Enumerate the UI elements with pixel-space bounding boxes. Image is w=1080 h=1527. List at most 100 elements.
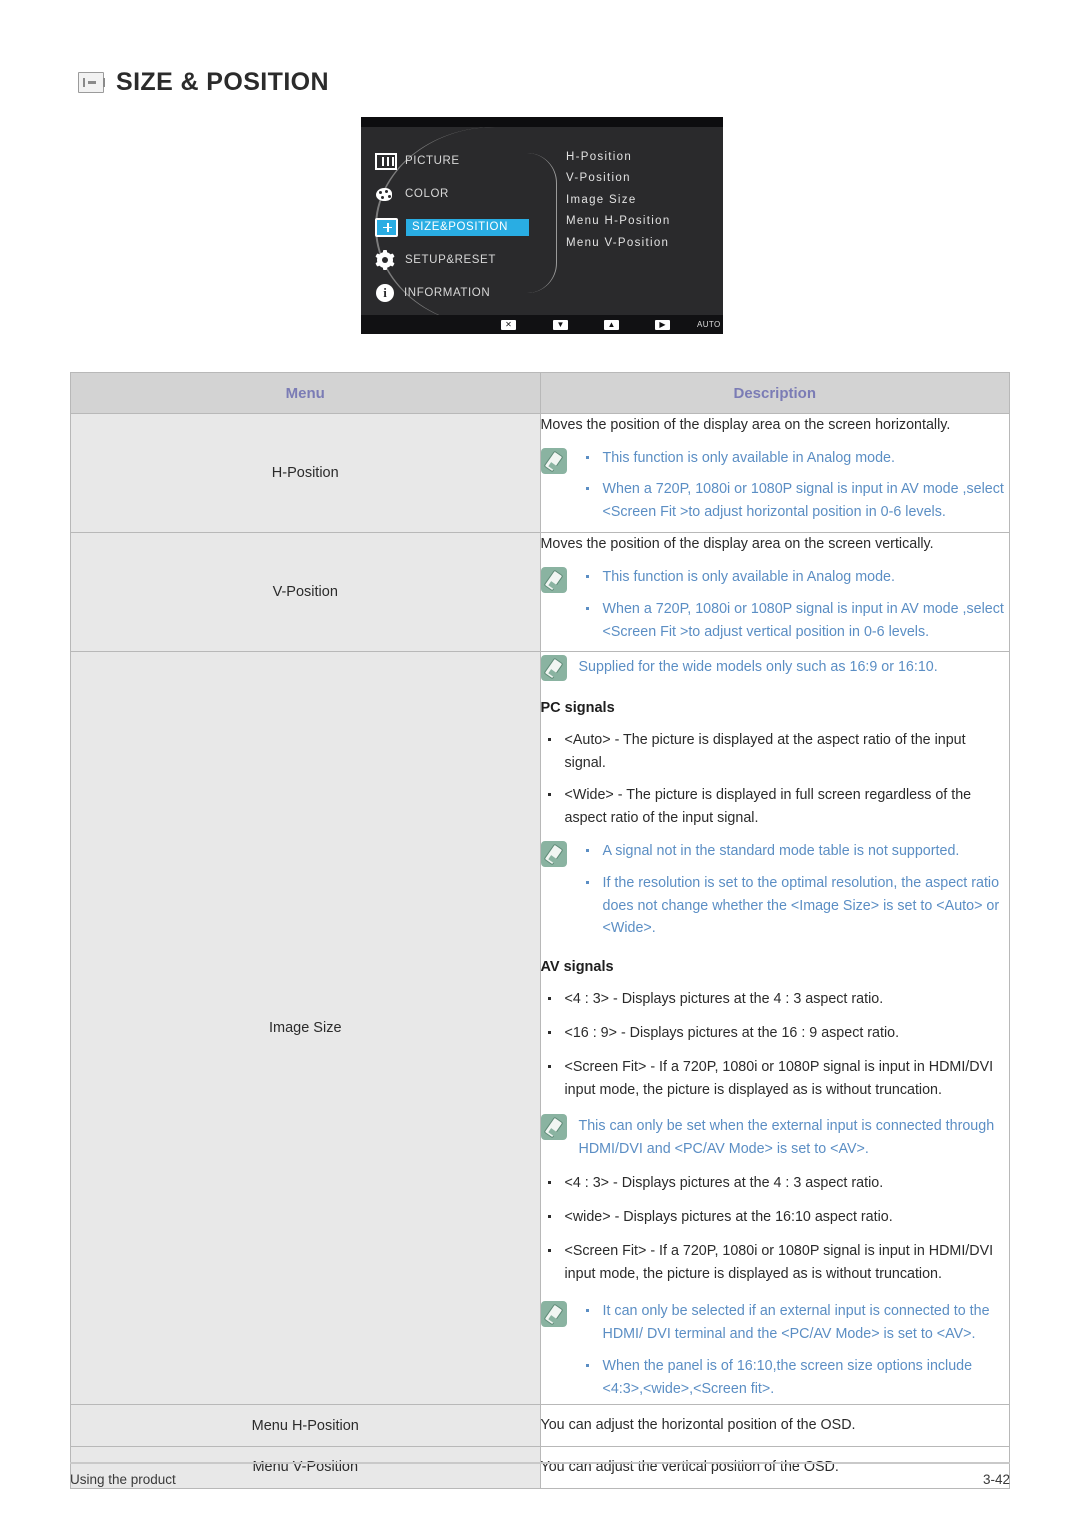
osd-submenu-item[interactable]: V-Position: [566, 168, 671, 189]
osd-item-label: SETUP&RESET: [405, 254, 496, 266]
osd-item-information[interactable]: INFORMATION: [375, 277, 535, 309]
note-body: A signal not in the standard mode table …: [579, 840, 1010, 941]
menu-name-image-size: Image Size: [70, 651, 541, 1406]
spec-table: Menu Description H-Position Moves the po…: [70, 372, 1010, 1489]
up-icon: ▲: [604, 319, 619, 330]
exit-icon: ✕: [501, 319, 516, 330]
osd-submenu-list: H-Position V-Position Image Size Menu H-…: [566, 147, 671, 254]
gear-teeth: [375, 250, 395, 270]
menu-name-menu-h-position: Menu H-Position: [70, 1404, 541, 1448]
note-item: If the resolution is set to the optimal …: [579, 872, 1010, 941]
osd-menu-image: PICTURE COLOR SIZE&POSITION SETUP&RESET …: [361, 117, 723, 334]
description-intro: Moves the position of the display area o…: [540, 536, 934, 553]
color-palette-icon: [375, 185, 397, 204]
list-item: <4 : 3> - Displays pictures at the 4 : 3…: [541, 988, 1010, 1011]
footer: Using the product 3-42: [70, 1472, 1010, 1487]
note-block: It can only be selected if an external i…: [540, 1300, 1010, 1401]
osd-button-bar: ✕ ▼ ▲ ▶ AUTO ⏻: [361, 315, 723, 334]
pencil-note-icon: [540, 566, 567, 593]
note-item: When a 720P, 1080i or 1080P signal is in…: [579, 598, 1010, 644]
osd-item-size-position[interactable]: SIZE&POSITION: [375, 211, 535, 243]
osd-submenu-item[interactable]: H-Position: [566, 147, 671, 168]
pc-signals-list: <Auto> - The picture is displayed at the…: [541, 729, 1010, 830]
list-item: <16 : 9> - Displays pictures at the 16 :…: [541, 1022, 1010, 1045]
auto-button[interactable]: AUTO: [697, 320, 721, 329]
footer-divider: [70, 1462, 1010, 1464]
up-button[interactable]: ▲: [604, 319, 619, 330]
osd-submenu-item[interactable]: Menu H-Position: [566, 211, 671, 232]
size-position-icon: [78, 72, 105, 93]
osd-item-setup-reset[interactable]: SETUP&RESET: [375, 244, 535, 276]
note-block: This can only be set when the external i…: [540, 1113, 1010, 1161]
down-icon: ▼: [553, 319, 568, 330]
note-list: This function is only available in Analo…: [579, 566, 1010, 644]
enter-button[interactable]: ▶: [655, 319, 670, 330]
note-block: This function is only available in Analo…: [540, 447, 1010, 525]
note-list: It can only be selected if an external i…: [579, 1300, 1010, 1401]
size-position-icon: [375, 217, 398, 237]
osd-submenu-item[interactable]: Menu V-Position: [566, 233, 671, 254]
osd-item-picture[interactable]: PICTURE: [375, 145, 535, 177]
table-row: Menu H-Position You can adjust the horiz…: [70, 1404, 1010, 1448]
description-image-size: Supplied for the wide models only such a…: [539, 651, 1010, 1406]
note-list: A signal not in the standard mode table …: [579, 840, 1010, 941]
av-signals-list: <4 : 3> - Displays pictures at the 4 : 3…: [541, 988, 1010, 1102]
list-item: <Screen Fit> - If a 720P, 1080i or 1080P…: [541, 1056, 1010, 1102]
note-item: This function is only available in Analo…: [579, 447, 1010, 470]
description-h-position: Moves the position of the display area o…: [539, 412, 1010, 534]
table-row: H-Position Moves the position of the dis…: [70, 412, 1010, 534]
note-item: This function is only available in Analo…: [579, 566, 1010, 589]
table-row: V-Position Moves the position of the dis…: [70, 532, 1010, 653]
note-item: It can only be selected if an external i…: [579, 1300, 1010, 1346]
pc-signals-heading: PC signals: [540, 700, 615, 717]
footer-left-text: Using the product: [70, 1472, 176, 1487]
av-signals-heading: AV signals: [540, 959, 614, 976]
osd-item-label: COLOR: [405, 188, 449, 200]
description-menu-h-position: You can adjust the horizontal position o…: [539, 1404, 1010, 1448]
osd-item-color[interactable]: COLOR: [375, 178, 535, 210]
page-root: SIZE & POSITION PICTURE COLOR SIZE&POSIT…: [0, 0, 1080, 1527]
pencil-note-icon: [540, 1113, 567, 1140]
note-item: When the panel is of 16:10,the screen si…: [579, 1355, 1010, 1401]
note-item: A signal not in the standard mode table …: [579, 840, 1010, 863]
osd-item-label: SIZE&POSITION: [406, 218, 529, 236]
exit-button[interactable]: ✕: [501, 319, 516, 330]
list-item: <Wide> - The picture is displayed in ful…: [541, 784, 1010, 830]
column-header-description: Description: [539, 372, 1010, 414]
description-intro: Moves the position of the display area o…: [540, 417, 951, 433]
description-v-position: Moves the position of the display area o…: [539, 532, 1010, 653]
down-button[interactable]: ▼: [553, 319, 568, 330]
pencil-note-icon: [540, 840, 567, 867]
pencil-note-icon: [540, 447, 567, 474]
pencil-note-icon: [540, 655, 567, 682]
enter-icon: ▶: [655, 319, 670, 330]
table-header-row: Menu Description: [70, 372, 1010, 414]
column-header-menu: Menu: [70, 372, 541, 414]
note-body: This function is only available in Analo…: [579, 566, 1010, 644]
note-list: This function is only available in Analo…: [579, 447, 1010, 525]
list-item: <Auto> - The picture is displayed at the…: [541, 729, 1010, 775]
picture-icon: [375, 153, 397, 170]
note-body: This function is only available in Analo…: [579, 447, 1010, 525]
osd-top-bar: [361, 117, 723, 127]
pencil-note-icon: [540, 1300, 567, 1327]
note-block: A signal not in the standard mode table …: [540, 840, 1010, 941]
list-item: <4 : 3> - Displays pictures at the 4 : 3…: [541, 1172, 1010, 1195]
av-signals-list-2: <4 : 3> - Displays pictures at the 4 : 3…: [541, 1172, 1010, 1286]
osd-item-label: PICTURE: [405, 155, 460, 167]
list-item: <wide> - Displays pictures at the 16:10 …: [541, 1206, 1010, 1229]
note-text: Supplied for the wide models only such a…: [578, 659, 938, 676]
note-body: It can only be selected if an external i…: [579, 1300, 1010, 1401]
note-block: This function is only available in Analo…: [540, 566, 1010, 644]
note-item: When a 720P, 1080i or 1080P signal is in…: [579, 478, 1010, 524]
note-block: Supplied for the wide models only such a…: [540, 654, 1010, 682]
osd-left-menu: PICTURE COLOR SIZE&POSITION SETUP&RESET …: [375, 145, 535, 310]
osd-submenu-item[interactable]: Image Size: [566, 190, 671, 211]
note-text: This can only be set when the external i…: [578, 1117, 995, 1157]
info-icon: [375, 283, 396, 303]
gear-icon: [375, 250, 397, 270]
menu-name-v-position: V-Position: [70, 532, 541, 653]
osd-item-label: INFORMATION: [404, 287, 491, 299]
footer-page-number: 3-42: [982, 1472, 1010, 1487]
list-item: <Screen Fit> - If a 720P, 1080i or 1080P…: [541, 1240, 1010, 1286]
